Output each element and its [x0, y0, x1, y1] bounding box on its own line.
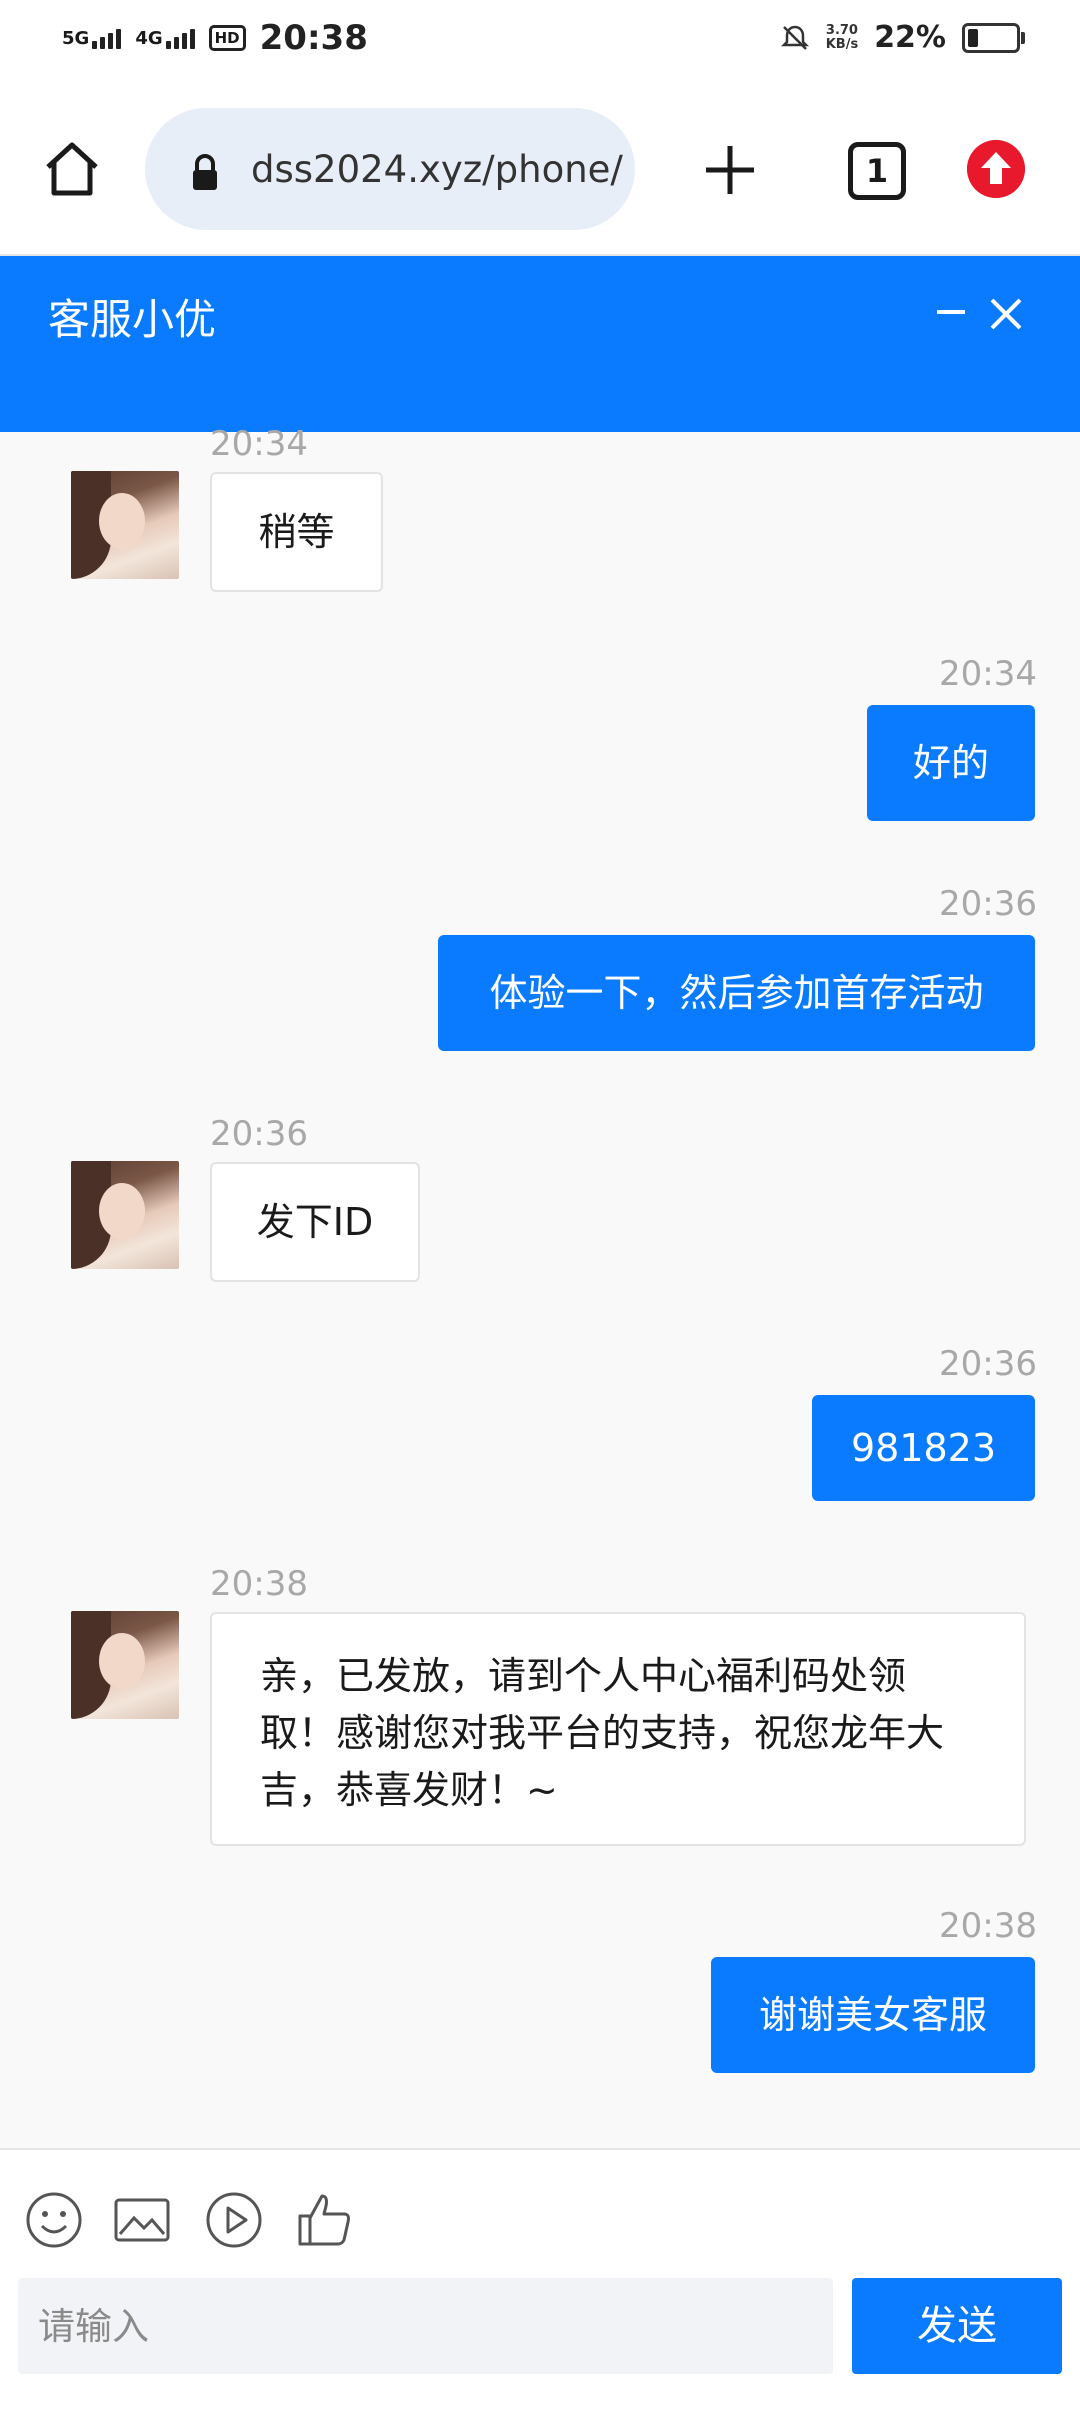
message-line: 取！感谢您对我平台的支持，祝您龙年大 [260, 1711, 945, 1755]
message-bubble-out: 谢谢美女客服 [711, 1957, 1035, 2073]
message-bubble-in: 发下ID [210, 1162, 420, 1282]
address-bar[interactable]: dss2024.xyz/phone/ [145, 108, 635, 230]
signal-bars-icon [165, 27, 195, 49]
message-time: 20:36 [210, 1114, 308, 1154]
status-bar: 5G 4G HD 20:38 3.70 KB/s 22% [0, 0, 1080, 82]
message-time: 20:36 [939, 884, 1037, 924]
minimize-icon[interactable] [935, 296, 967, 328]
agent-name: 客服小优 [48, 295, 217, 344]
message-bubble-in: 稍等 [210, 472, 383, 592]
network-5g-indicator: 5G [62, 27, 122, 49]
hd-voice-icon: HD [208, 25, 246, 51]
message-time: 20:38 [939, 1906, 1037, 1946]
mute-bell-icon [780, 25, 809, 50]
message-time: 20:34 [939, 654, 1037, 694]
send-button[interactable]: 发送 [852, 2278, 1062, 2374]
message-line: 亲，已发放，请到个人中心福利码处领 [260, 1654, 907, 1698]
agent-avatar [71, 1161, 179, 1269]
status-time: 20:38 [259, 18, 368, 58]
close-icon[interactable] [988, 296, 1024, 332]
lock-icon [193, 154, 217, 190]
message-bubble-out: 981823 [812, 1395, 1035, 1501]
message-bubble-in: 亲，已发放，请到个人中心福利码处领 取！感谢您对我平台的支持，祝您龙年大 吉，恭… [210, 1612, 1026, 1846]
message-input[interactable] [18, 2278, 833, 2374]
tab-switcher-button[interactable]: 1 [848, 142, 906, 200]
chat-header: 客服小优 [0, 256, 1080, 432]
update-icon[interactable] [967, 140, 1025, 198]
status-right: 3.70 KB/s 22% [780, 20, 1025, 55]
video-icon[interactable] [204, 2190, 264, 2250]
battery-icon [962, 22, 1025, 53]
agent-avatar [71, 1611, 179, 1719]
agent-avatar [71, 471, 179, 579]
home-icon[interactable] [40, 137, 104, 201]
thumbs-up-icon[interactable] [294, 2190, 354, 2250]
emoji-icon[interactable] [24, 2190, 84, 2250]
message-time: 20:36 [939, 1344, 1037, 1384]
network-speed: 3.70 KB/s [825, 22, 859, 52]
browser-toolbar: dss2024.xyz/phone/ 1 [0, 82, 1080, 256]
message-bubble-out: 体验一下，然后参加首存活动 [438, 935, 1035, 1051]
status-left: 5G 4G HD 20:38 [62, 18, 368, 58]
composer: 发送 [0, 2148, 1080, 2410]
message-time: 20:38 [210, 1564, 308, 1604]
image-icon[interactable] [112, 2190, 172, 2250]
signal-bars-icon [92, 27, 122, 49]
url-text: dss2024.xyz/phone/ [251, 148, 623, 191]
battery-percent: 22% [874, 20, 946, 55]
new-tab-icon[interactable] [700, 140, 760, 200]
message-bubble-out: 好的 [867, 705, 1035, 821]
network-4g-indicator: 4G [135, 27, 195, 49]
message-time: 20:34 [210, 424, 308, 464]
message-line: 吉，恭喜发财！~ [260, 1768, 558, 1812]
